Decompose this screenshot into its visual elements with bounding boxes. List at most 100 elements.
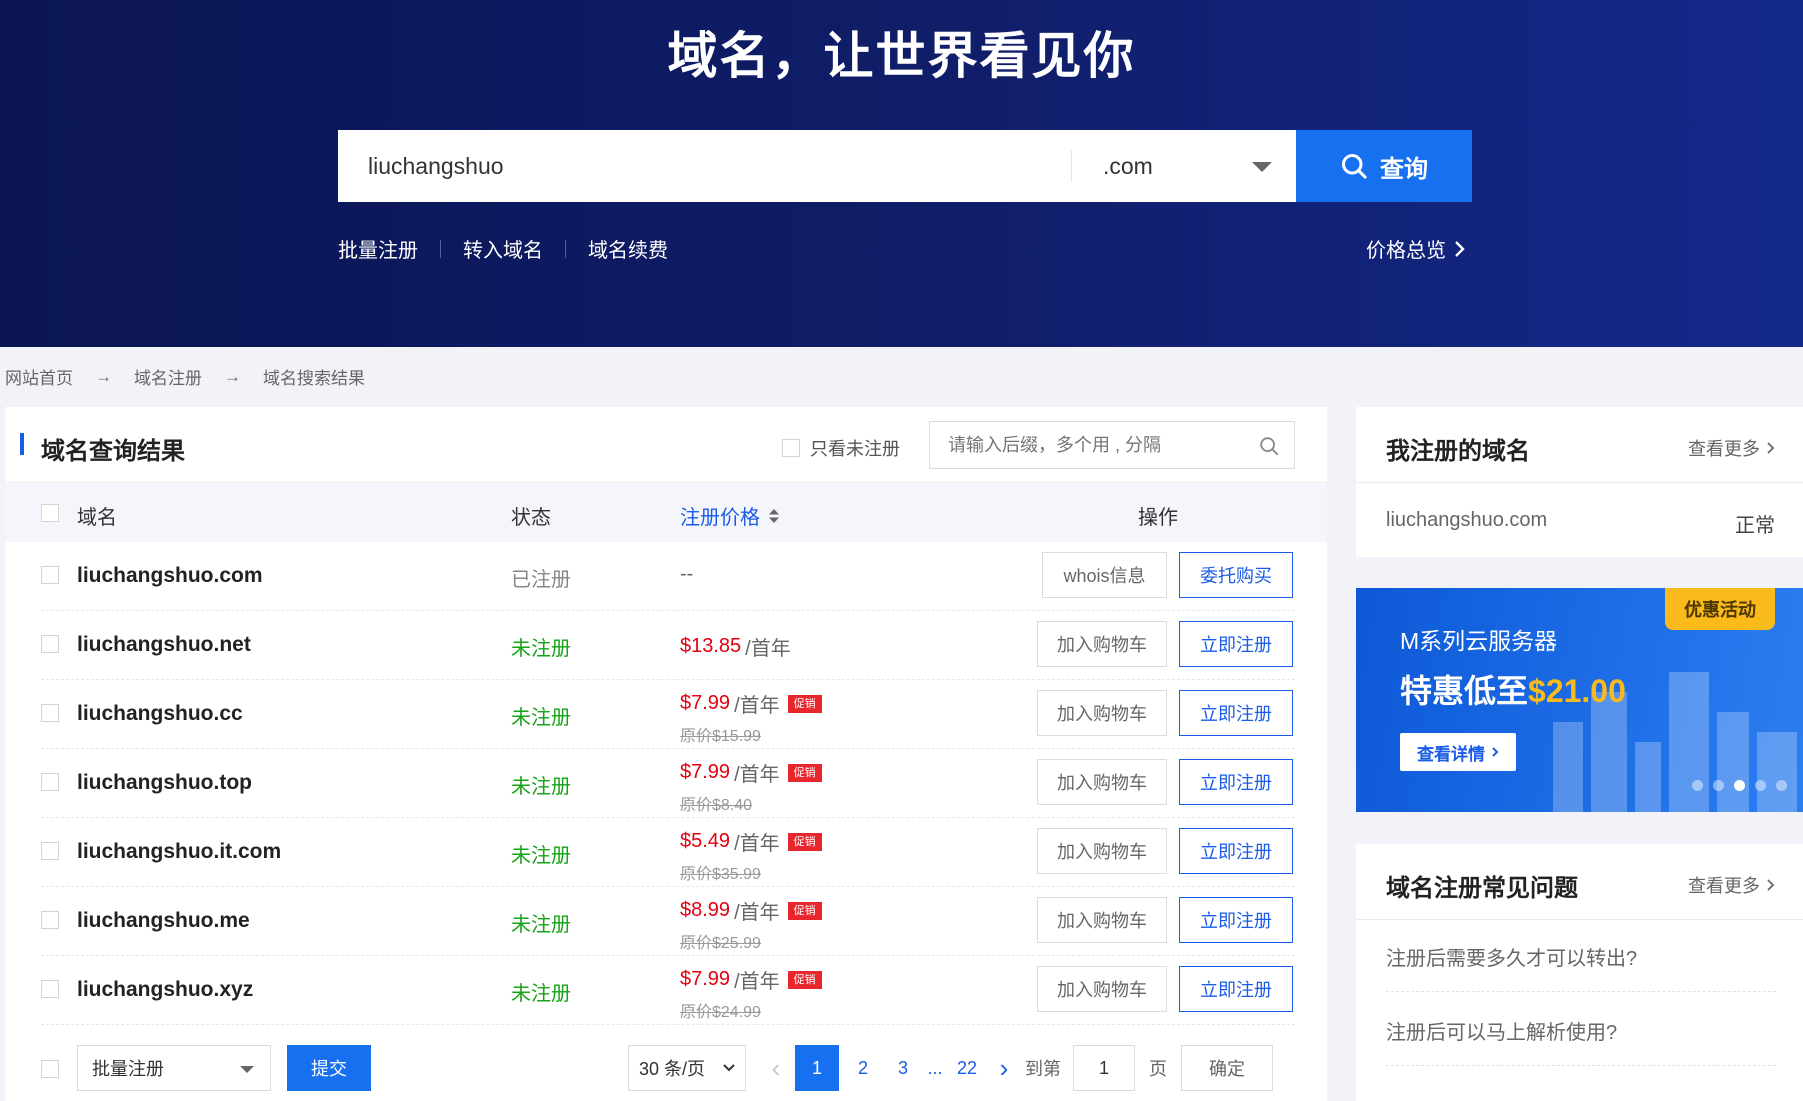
domain-name: liuchangshuo.xyz — [77, 978, 254, 1001]
link-renew-domain[interactable]: 域名续费 — [588, 234, 668, 263]
domain-name: liuchangshuo.me — [77, 909, 250, 932]
page-size-select[interactable]: 30 条/页 — [628, 1045, 746, 1091]
results-rows: liuchangshuo.com 已注册 -- whois信息 委托购买 liu… — [5, 542, 1327, 1025]
carousel-dot[interactable] — [1755, 780, 1766, 791]
divider — [440, 239, 441, 258]
add-to-cart-button[interactable]: 加入购物车 — [1037, 966, 1167, 1012]
only-unregistered-toggle[interactable]: 只看未注册 — [782, 435, 900, 461]
select-all-footer-checkbox[interactable] — [41, 1060, 59, 1078]
domain-name: liuchangshuo.it.com — [77, 840, 282, 863]
row-checkbox[interactable] — [41, 704, 59, 722]
suffix-filter-input[interactable] — [930, 423, 1230, 467]
add-to-cart-button[interactable]: 加入购物车 — [1037, 828, 1167, 874]
row-checkbox[interactable] — [41, 773, 59, 791]
only-unregistered-label: 只看未注册 — [810, 439, 900, 459]
faq-card: 域名注册常见问题 查看更多 注册后需要多久才可以转出? 注册后可以马上解析使用? — [1356, 844, 1803, 1101]
price-value: $7.99 — [680, 968, 731, 990]
page-3[interactable]: 3 — [883, 1045, 923, 1091]
breadcrumb-current: 域名搜索结果 — [263, 369, 365, 388]
price-unit: /首年 — [734, 695, 780, 717]
column-status: 状态 — [511, 507, 551, 529]
page-size-value: 30 条/页 — [639, 1059, 706, 1079]
search-icon[interactable] — [1258, 435, 1280, 457]
banner-subtitle: 特惠低至$21.00 — [1400, 666, 1626, 712]
chevron-right-icon — [1767, 879, 1775, 891]
promo-banner[interactable]: 优惠活动 M系列云服务器 特惠低至$21.00 查看详情 — [1356, 588, 1803, 812]
breadcrumb-domain-register[interactable]: 域名注册 — [134, 364, 202, 389]
row-checkbox[interactable] — [41, 842, 59, 860]
next-page-icon[interactable]: › — [987, 1053, 1021, 1084]
add-to-cart-button[interactable]: 加入购物车 — [1037, 897, 1167, 943]
add-to-cart-button[interactable]: 加入购物车 — [1037, 759, 1167, 805]
goto-confirm-button[interactable]: 确定 — [1181, 1045, 1273, 1091]
hero-quick-links: 批量注册 转入域名 域名续费 — [338, 234, 668, 263]
add-to-cart-button[interactable]: 加入购物车 — [1037, 690, 1167, 736]
register-now-button[interactable]: 立即注册 — [1179, 759, 1293, 805]
register-now-button[interactable]: 立即注册 — [1179, 690, 1293, 736]
row-checkbox[interactable] — [41, 566, 59, 584]
batch-action-select[interactable]: 批量注册 — [77, 1045, 271, 1091]
row-checkbox[interactable] — [41, 635, 59, 653]
table-row: liuchangshuo.me 未注册 $8.99/首年 促销 原价$25.99 … — [41, 887, 1295, 956]
whois-button[interactable]: whois信息 — [1042, 552, 1167, 598]
register-now-button[interactable]: 立即注册 — [1179, 828, 1293, 874]
link-batch-register[interactable]: 批量注册 — [338, 234, 418, 263]
prev-page-icon[interactable]: ‹ — [761, 1053, 791, 1084]
search-button[interactable]: 查询 — [1296, 130, 1472, 202]
page-ellipsis: ... — [927, 1057, 943, 1078]
price-overview-link[interactable]: 价格总览 — [1366, 234, 1466, 263]
hero-title: 域名，让世界看见你 — [667, 28, 1136, 84]
row-checkbox[interactable] — [41, 911, 59, 929]
view-more-link[interactable]: 查看更多 — [1688, 435, 1775, 461]
add-to-cart-button[interactable]: 加入购物车 — [1037, 621, 1167, 667]
view-details-button[interactable]: 查看详情 — [1400, 733, 1516, 771]
view-details-label: 查看详情 — [1417, 744, 1485, 764]
faq-item[interactable]: 注册后可以马上解析使用? — [1386, 1016, 1776, 1066]
carousel-dot[interactable] — [1713, 780, 1724, 791]
breadcrumb-home[interactable]: 网站首页 — [5, 364, 73, 389]
faq-item[interactable]: 注册后需要多久才可以转出? — [1386, 942, 1776, 992]
domain-name: liuchangshuo.top — [77, 771, 252, 794]
search-button-label: 查询 — [1380, 155, 1428, 183]
view-more-link[interactable]: 查看更多 — [1688, 872, 1775, 898]
table-row: liuchangshuo.com 已注册 -- whois信息 委托购买 — [41, 542, 1295, 611]
page-22[interactable]: 22 — [947, 1045, 987, 1091]
page-2[interactable]: 2 — [843, 1045, 883, 1091]
price-value: $7.99 — [680, 761, 731, 783]
select-all-checkbox[interactable] — [41, 504, 59, 522]
results-footer: 批量注册 提交 30 条/页 ‹ 1 2 3 ... 22 › 到第 页 确定 — [5, 1037, 1327, 1097]
checkbox[interactable] — [782, 439, 800, 457]
my-domain-link[interactable]: liuchangshuo.com — [1386, 509, 1547, 532]
view-more-label: 查看更多 — [1688, 876, 1760, 896]
divider — [565, 239, 566, 258]
carousel-dot-active[interactable] — [1734, 780, 1745, 791]
view-more-label: 查看更多 — [1688, 439, 1760, 459]
goto-page-input[interactable] — [1073, 1045, 1135, 1091]
promo-badge: 促销 — [787, 763, 822, 782]
table-row: liuchangshuo.net 未注册 $13.85/首年 加入购物车 立即注… — [41, 611, 1295, 680]
domain-search-input[interactable] — [338, 130, 1071, 202]
register-now-button[interactable]: 立即注册 — [1179, 897, 1293, 943]
chevron-down-icon — [723, 1064, 735, 1072]
results-card: 域名查询结果 只看未注册 域名 状态 注册价格 操作 liuchangshuo.… — [5, 407, 1327, 1101]
broker-buy-button[interactable]: 委托购买 — [1179, 552, 1293, 598]
row-checkbox[interactable] — [41, 980, 59, 998]
promo-badge: 促销 — [787, 832, 822, 851]
register-now-button[interactable]: 立即注册 — [1179, 621, 1293, 667]
carousel-dot[interactable] — [1692, 780, 1703, 791]
link-transfer-domain[interactable]: 转入域名 — [463, 234, 543, 263]
carousel-dots — [1692, 780, 1787, 791]
price-unit: /首年 — [734, 764, 780, 786]
column-price-sort[interactable]: 注册价格 — [680, 501, 780, 530]
submit-button[interactable]: 提交 — [287, 1045, 371, 1091]
domain-name: liuchangshuo.com — [77, 564, 263, 587]
domain-search-bar: .com 查询 — [338, 130, 1472, 202]
batch-action-value: 批量注册 — [92, 1059, 164, 1079]
page-1[interactable]: 1 — [795, 1045, 839, 1091]
carousel-dot[interactable] — [1776, 780, 1787, 791]
suffix-select[interactable]: .com — [1071, 130, 1296, 202]
table-row: liuchangshuo.xyz 未注册 $7.99/首年 促销 原价$24.99… — [41, 956, 1295, 1025]
register-now-button[interactable]: 立即注册 — [1179, 966, 1293, 1012]
price-unit: /首年 — [734, 971, 780, 993]
column-domain: 域名 — [77, 507, 117, 529]
